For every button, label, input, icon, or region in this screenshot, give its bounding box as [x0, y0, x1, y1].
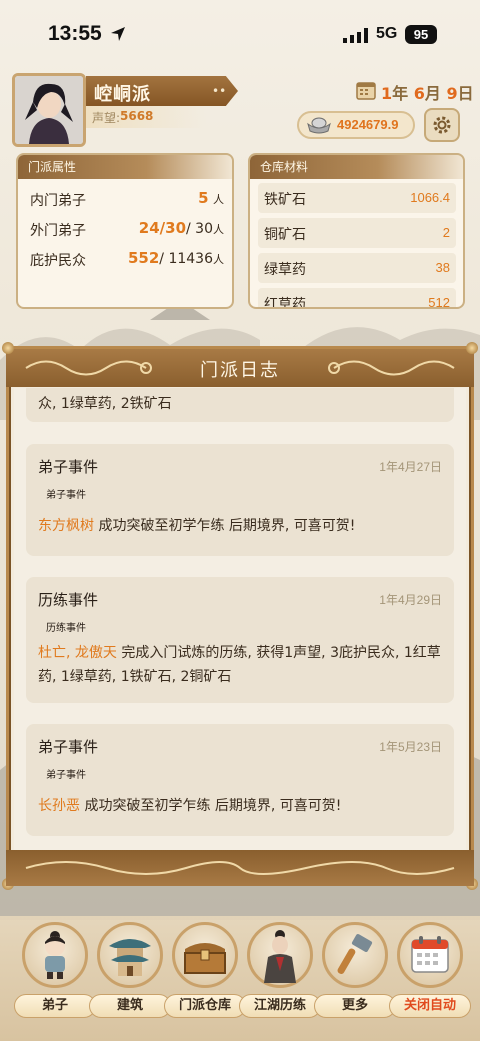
warehouse-materials-panel[interactable]: 仓库材料 铁矿石 1066.4 铜矿石 2 绿草药 38 红草药 512 — [248, 153, 465, 309]
stat-row-inner-disciples: 内门弟子 5 人 — [30, 189, 224, 209]
log-scroll-list[interactable]: 众, 1绿草药, 2铁矿石 弟子事件 1年4月27日 弟子事件 东方枫树 成功突… — [14, 388, 466, 850]
event-subtitle: 弟子事件 — [46, 490, 86, 501]
battery-indicator: 95 — [405, 25, 437, 44]
location-arrow-icon — [111, 27, 125, 41]
event-date: 1年5月23日 — [379, 740, 442, 754]
nav-disciples[interactable]: 弟子 — [14, 922, 96, 1022]
game-date: 1年 6月 9日 — [381, 84, 474, 103]
stat-row-sheltered-people: 庇护民众 552/ 11436人 — [30, 249, 224, 269]
network-type: 5G — [376, 25, 398, 42]
status-bar: 13:55 5G 95 — [0, 0, 480, 70]
event-text: 杜亡, 龙傲天 完成入门试炼的历练, 获得1声望, 3庇护民众, 1红草药, 1… — [38, 645, 441, 685]
avatar-portrait-icon — [15, 76, 83, 144]
sect-attributes-panel: 门派属性 内门弟子 5 人 外门弟子 24/30/ 30人 庇护民众 552/ … — [16, 153, 234, 309]
event-date: 1年4月27日 — [379, 460, 442, 474]
fame-label: 声望: — [92, 111, 121, 125]
status-time: 13:55 — [48, 22, 102, 45]
stat-row-outer-disciples: 外门弟子 24/30/ 30人 — [30, 219, 224, 239]
event-type: 弟子事件 — [38, 458, 99, 476]
silver-ingot-icon — [307, 117, 331, 134]
event-card: 弟子事件 1年4月27日 弟子事件 东方枫树 成功突破至初学乍练 后期境界, 可… — [26, 444, 454, 556]
event-text: 长孙恶 成功突破至初学乍练 后期境界, 可喜可贺! — [38, 798, 342, 814]
sect-name: 崆峒派 — [94, 84, 151, 105]
cloud-ornament-icon — [25, 861, 455, 875]
event-type: 弟子事件 — [38, 738, 99, 756]
event-type: 历练事件 — [38, 591, 99, 609]
event-subtitle: 弟子事件 — [46, 770, 86, 781]
event-date: 1年4月29日 — [379, 593, 442, 607]
player-avatar[interactable] — [12, 73, 86, 147]
nav-sect-warehouse[interactable]: 门派仓库 — [164, 922, 246, 1022]
event-card: 历练事件 1年4月29日 历练事件 杜亡, 龙傲天 完成入门试炼的历练, 获得1… — [26, 577, 454, 703]
frame-corner-stud — [2, 342, 14, 354]
log-title: 门派日志 — [200, 360, 280, 381]
more-dots-icon[interactable]: •• — [212, 84, 226, 98]
money-value: 4924679.9 — [337, 117, 399, 132]
warehouse-title: 仓库材料 — [250, 155, 463, 179]
nav-jianghu-trial[interactable]: 江湖历练 — [239, 922, 321, 1022]
event-card: 弟子事件 1年5月23日 弟子事件 长孙恶 成功突破至初学乍练 后期境界, 可喜… — [26, 724, 454, 836]
event-subtitle: 历练事件 — [46, 623, 86, 634]
material-row: 铜矿石 2 — [258, 218, 456, 248]
log-footer-bar — [6, 850, 474, 886]
hammer-icon — [337, 934, 373, 975]
settings-button[interactable] — [424, 108, 460, 142]
gear-icon — [433, 116, 451, 134]
material-row: 绿草药 38 — [258, 253, 456, 283]
calendar-icon — [411, 936, 449, 973]
calendar-icon — [356, 82, 376, 100]
nav-toggle-auto[interactable]: 关闭自动 — [389, 922, 471, 1022]
pavilion-icon — [109, 939, 151, 976]
event-text: 东方枫树 成功突破至初学乍练 后期境界, 可喜可贺! — [38, 518, 356, 534]
event-card: 众, 1绿草药, 2铁矿石 — [26, 388, 454, 422]
warrior-icon — [264, 930, 296, 983]
disciple-icon — [45, 931, 65, 979]
chest-icon — [184, 943, 226, 974]
material-row: 红草药 512 — [258, 288, 456, 307]
cellular-signal-icon — [343, 28, 368, 43]
nav-buildings[interactable]: 建筑 — [89, 922, 171, 1022]
sect-attributes-title: 门派属性 — [18, 155, 232, 179]
frame-corner-stud — [466, 342, 478, 354]
material-row: 铁矿石 1066.4 — [258, 183, 456, 213]
fame-value: 5668 — [120, 109, 154, 123]
nav-more[interactable]: 更多 — [314, 922, 396, 1022]
